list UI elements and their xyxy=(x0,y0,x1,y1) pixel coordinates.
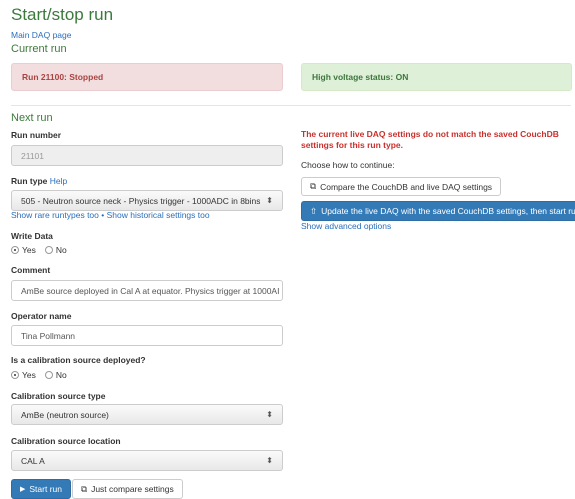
run-number-label: Run number xyxy=(11,130,62,140)
calib-no-label: No xyxy=(55,370,67,380)
update-and-start-label: Update the live DAQ with the saved Couch… xyxy=(321,206,575,216)
start-run-button[interactable]: ▶ Start run xyxy=(11,479,71,499)
calib-deployed-radio-group: Yes No xyxy=(11,370,67,380)
calib-yes-label: Yes xyxy=(22,370,36,380)
calib-location-select[interactable]: CAL A ⬍ xyxy=(11,450,283,471)
select-caret-icon: ⬍ xyxy=(266,456,273,465)
mismatch-warning: The current live DAQ settings do not mat… xyxy=(301,129,559,150)
upload-icon: ⇧ xyxy=(310,205,318,216)
run-type-label-text: Run type xyxy=(11,176,48,186)
run-status-text: Run 21100: Stopped xyxy=(22,72,104,82)
calib-yes-radio[interactable] xyxy=(11,371,19,379)
compare-settings-button[interactable]: ⧉ Compare the CouchDB and live DAQ setti… xyxy=(301,177,502,196)
write-data-no-radio[interactable] xyxy=(44,246,53,254)
select-caret-icon: ⬍ xyxy=(266,410,273,419)
just-compare-label: Just compare settings xyxy=(91,484,174,494)
comment-label: Comment xyxy=(11,265,51,275)
compare-icon: ⧉ xyxy=(81,483,88,494)
calib-type-value: AmBe (neutron source) xyxy=(21,409,109,420)
calib-location-value: CAL A xyxy=(21,455,45,466)
divider xyxy=(11,105,571,106)
compare-icon: ⧉ xyxy=(310,181,317,191)
page-title: Start/stop run xyxy=(11,5,114,24)
calib-type-label: Calibration source type xyxy=(11,391,106,401)
compare-settings-label: Compare the CouchDB and live DAQ setting… xyxy=(320,181,493,192)
calib-location-label: Calibration source location xyxy=(11,436,121,446)
main-daq-link[interactable]: Main DAQ page xyxy=(11,30,71,40)
operator-label: Operator name xyxy=(11,311,72,321)
write-data-yes-radio[interactable] xyxy=(11,246,19,254)
write-data-no-label: No xyxy=(55,245,67,255)
play-icon: ▶ xyxy=(20,486,26,493)
choose-text: Choose how to continue: xyxy=(301,160,395,170)
run-type-label: Run type Help xyxy=(11,176,67,186)
show-historical-settings-link[interactable]: Show historical settings too xyxy=(107,210,210,220)
just-compare-button[interactable]: ⧉ Just compare settings xyxy=(72,479,183,499)
write-data-radio-group: Yes No xyxy=(11,245,67,255)
run-status-alert: Run 21100: Stopped xyxy=(11,63,283,91)
operator-input[interactable]: Tina Pollmann xyxy=(11,325,283,346)
runtype-links: Show rare runtypes too • Show historical… xyxy=(11,210,210,220)
write-data-label: Write Data xyxy=(11,231,53,241)
link-separator: • xyxy=(98,210,107,220)
run-type-help-link[interactable]: Help xyxy=(50,176,67,186)
select-caret-icon: ⬍ xyxy=(266,196,273,205)
hv-status-text: High voltage status: ON xyxy=(312,72,409,82)
update-and-start-button[interactable]: ⇧ Update the live DAQ with the saved Cou… xyxy=(301,201,575,221)
show-rare-runtypes-link[interactable]: Show rare runtypes too xyxy=(11,210,99,220)
calib-deployed-label: Is a calibration source deployed? xyxy=(11,355,146,365)
start-run-label: Start run xyxy=(29,484,62,494)
comment-input[interactable]: AmBe source deployed in Cal A at equator… xyxy=(11,280,283,301)
run-type-select[interactable]: 505 - Neutron source neck - Physics trig… xyxy=(11,190,283,211)
write-data-yes-label: Yes xyxy=(22,245,36,255)
hv-status-alert: High voltage status: ON xyxy=(301,63,572,91)
calib-type-select[interactable]: AmBe (neutron source) ⬍ xyxy=(11,404,283,425)
run-type-value: 505 - Neutron source neck - Physics trig… xyxy=(21,195,261,206)
current-run-heading: Current run xyxy=(11,43,67,55)
show-advanced-link[interactable]: Show advanced options xyxy=(301,221,391,231)
calib-no-radio[interactable] xyxy=(44,371,53,379)
run-number-input: 21101 xyxy=(11,145,283,166)
next-run-heading: Next run xyxy=(11,112,53,124)
